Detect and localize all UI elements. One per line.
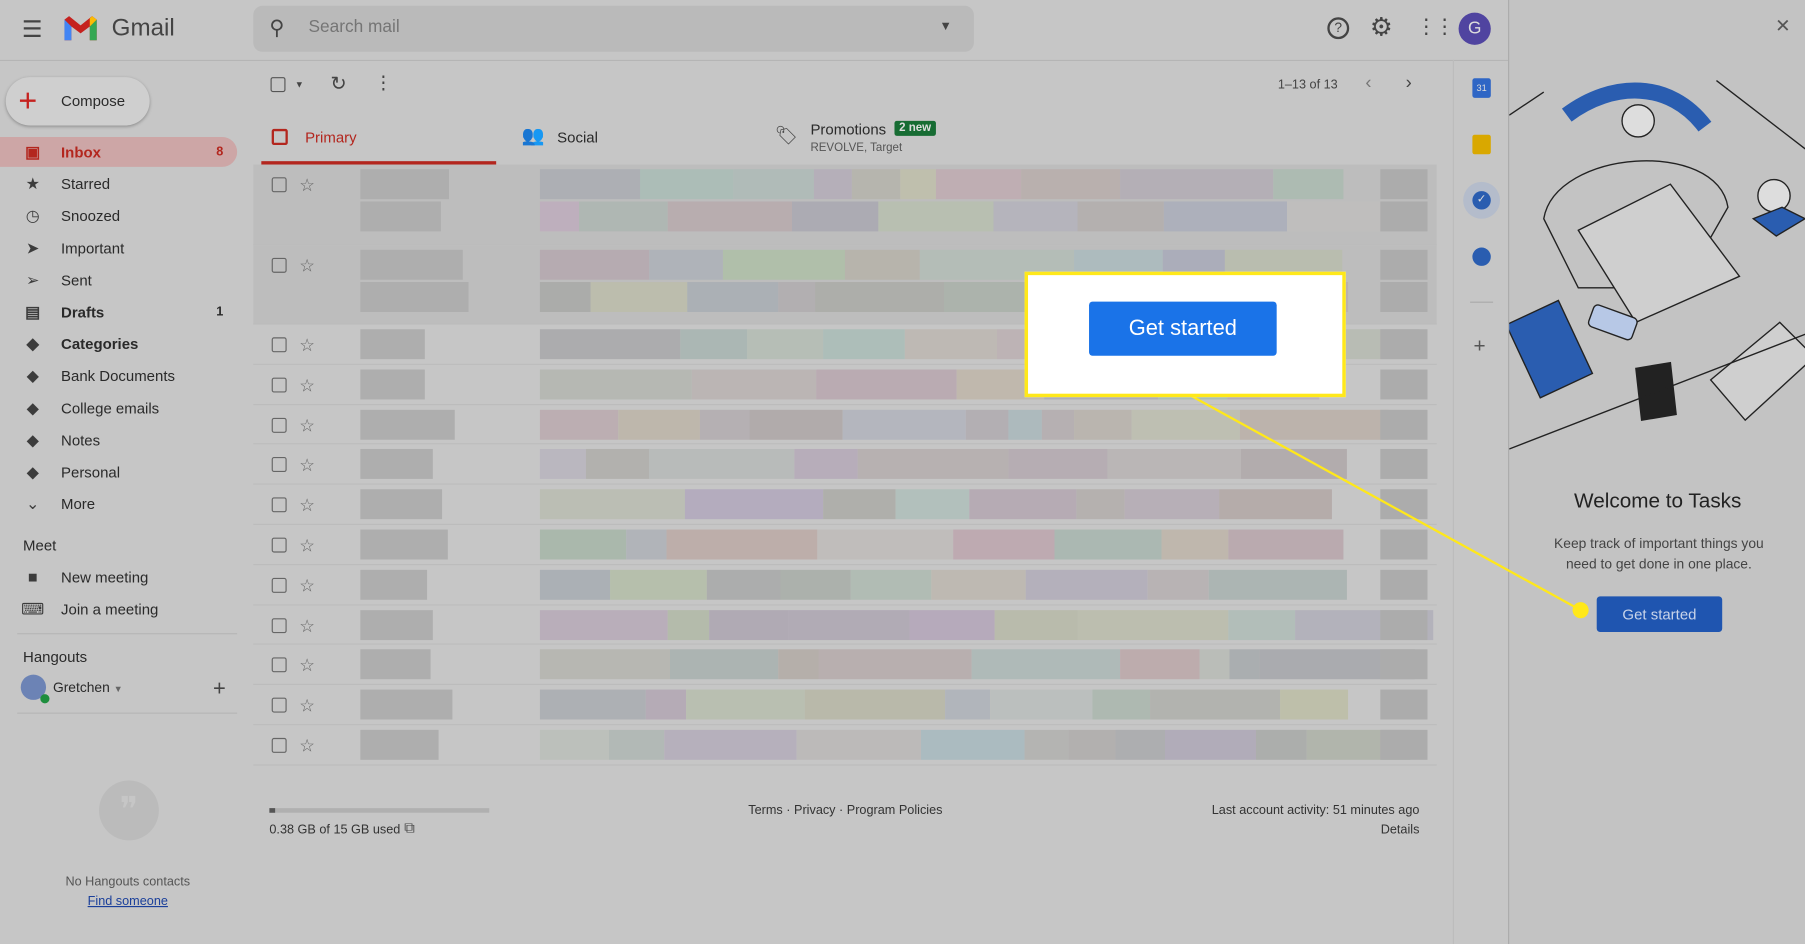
callout-get-started-button[interactable]: Get started xyxy=(1089,301,1277,356)
callout-pointer xyxy=(1190,395,1589,619)
callout-box: Get started xyxy=(1024,271,1346,398)
